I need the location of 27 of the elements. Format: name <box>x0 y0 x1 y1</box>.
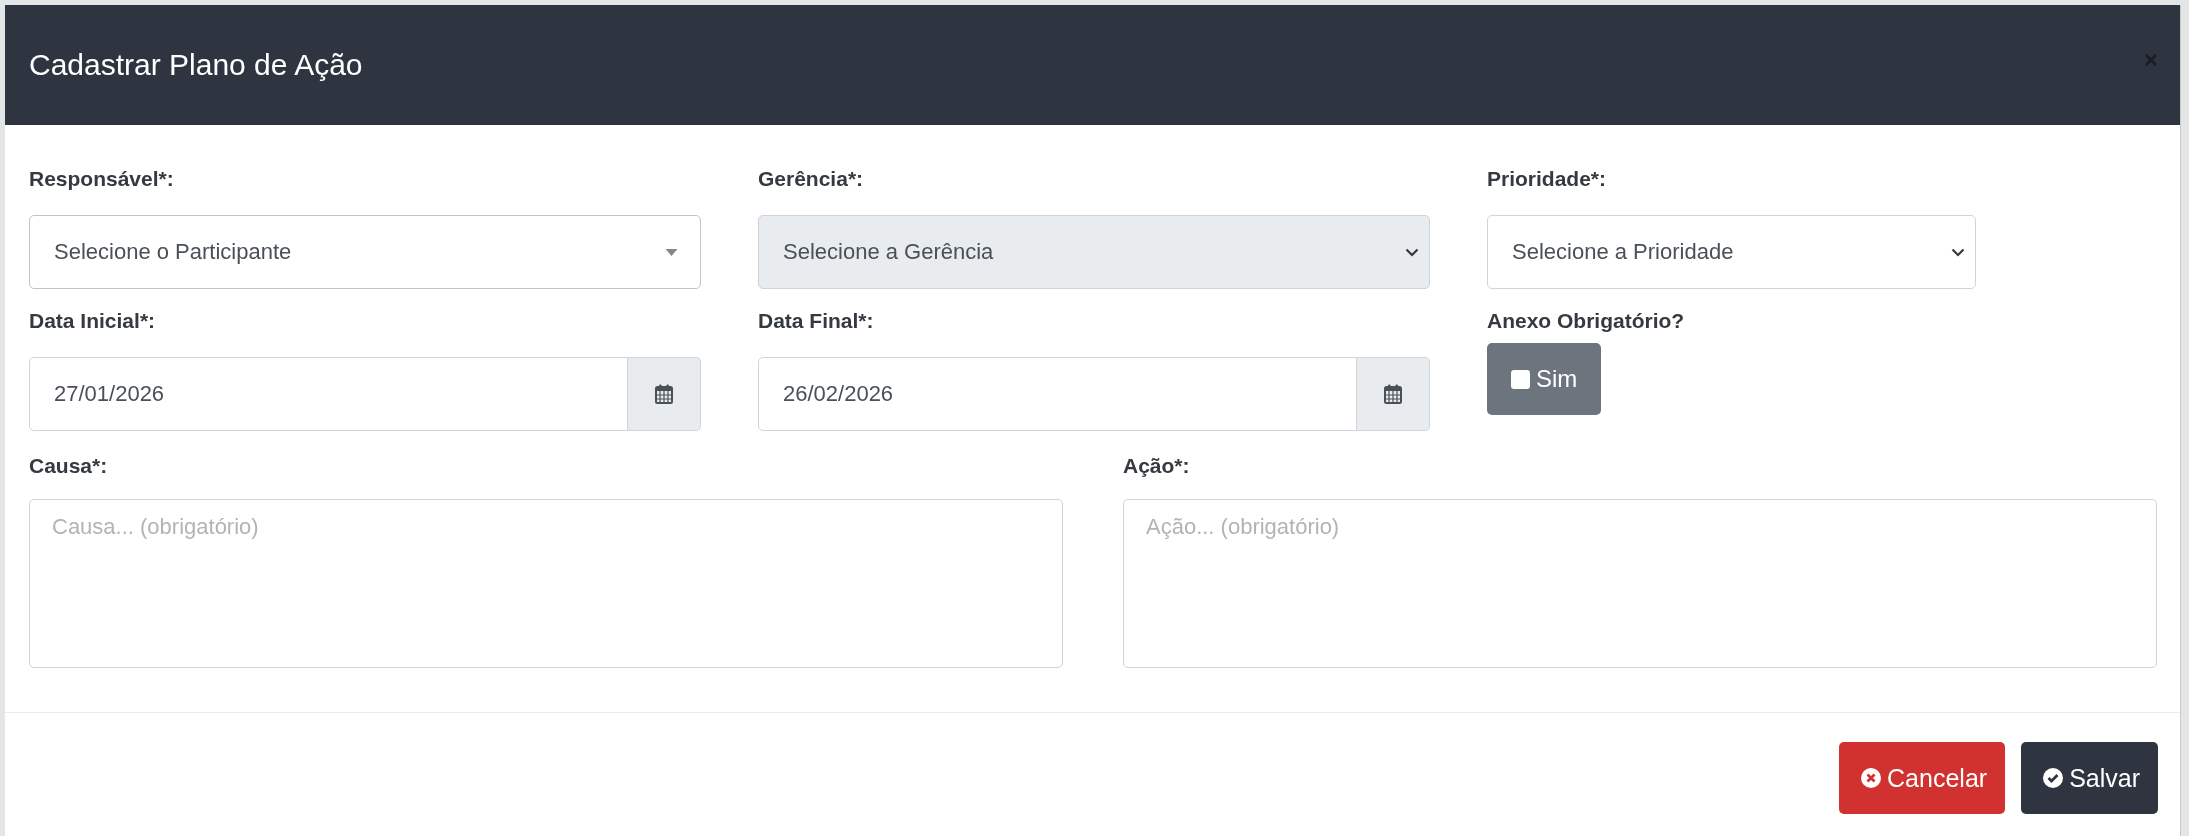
select-field[interactable]: Selecione o Participante <box>29 215 701 289</box>
calendar-button[interactable] <box>1357 357 1430 431</box>
field-label: Data Final*: <box>758 308 874 334</box>
checkbox-button[interactable]: Sim <box>1487 343 1602 415</box>
field-label: Gerência*: <box>758 166 864 192</box>
field-label: Data Inicial*: <box>29 308 156 334</box>
field-label: Causa*: <box>29 453 108 479</box>
close-circle-icon <box>1861 768 1882 788</box>
field-label: Responsável*: <box>29 166 174 192</box>
save-button[interactable]: Salvar <box>2021 742 2158 814</box>
caret-icon <box>665 248 678 256</box>
calendar-button[interactable] <box>628 357 701 431</box>
chevron-down-icon <box>1405 247 1419 257</box>
text-area[interactable]: Causa... (obrigatório) <box>29 499 1063 668</box>
dialog-title: Cadastrar Plano de Ação <box>29 48 363 82</box>
text-area[interactable]: Ação... (obrigatório) <box>1123 499 2157 668</box>
field-label: Ação*: <box>1123 453 1190 479</box>
calendar-icon <box>1384 384 1402 404</box>
chevron-down-icon <box>1951 247 1965 257</box>
date-field[interactable]: 27/01/2026 <box>29 357 628 431</box>
cancel-button[interactable]: Cancelar <box>1839 742 2006 814</box>
field-label: Anexo Obrigatório? <box>1487 308 1685 334</box>
check-circle-icon <box>2043 768 2064 788</box>
select-field[interactable]: Selecione a Prioridade <box>1487 215 1976 289</box>
calendar-icon <box>655 384 673 404</box>
field-label: Prioridade*: <box>1487 166 1607 192</box>
date-field[interactable]: 26/02/2026 <box>758 357 1357 431</box>
